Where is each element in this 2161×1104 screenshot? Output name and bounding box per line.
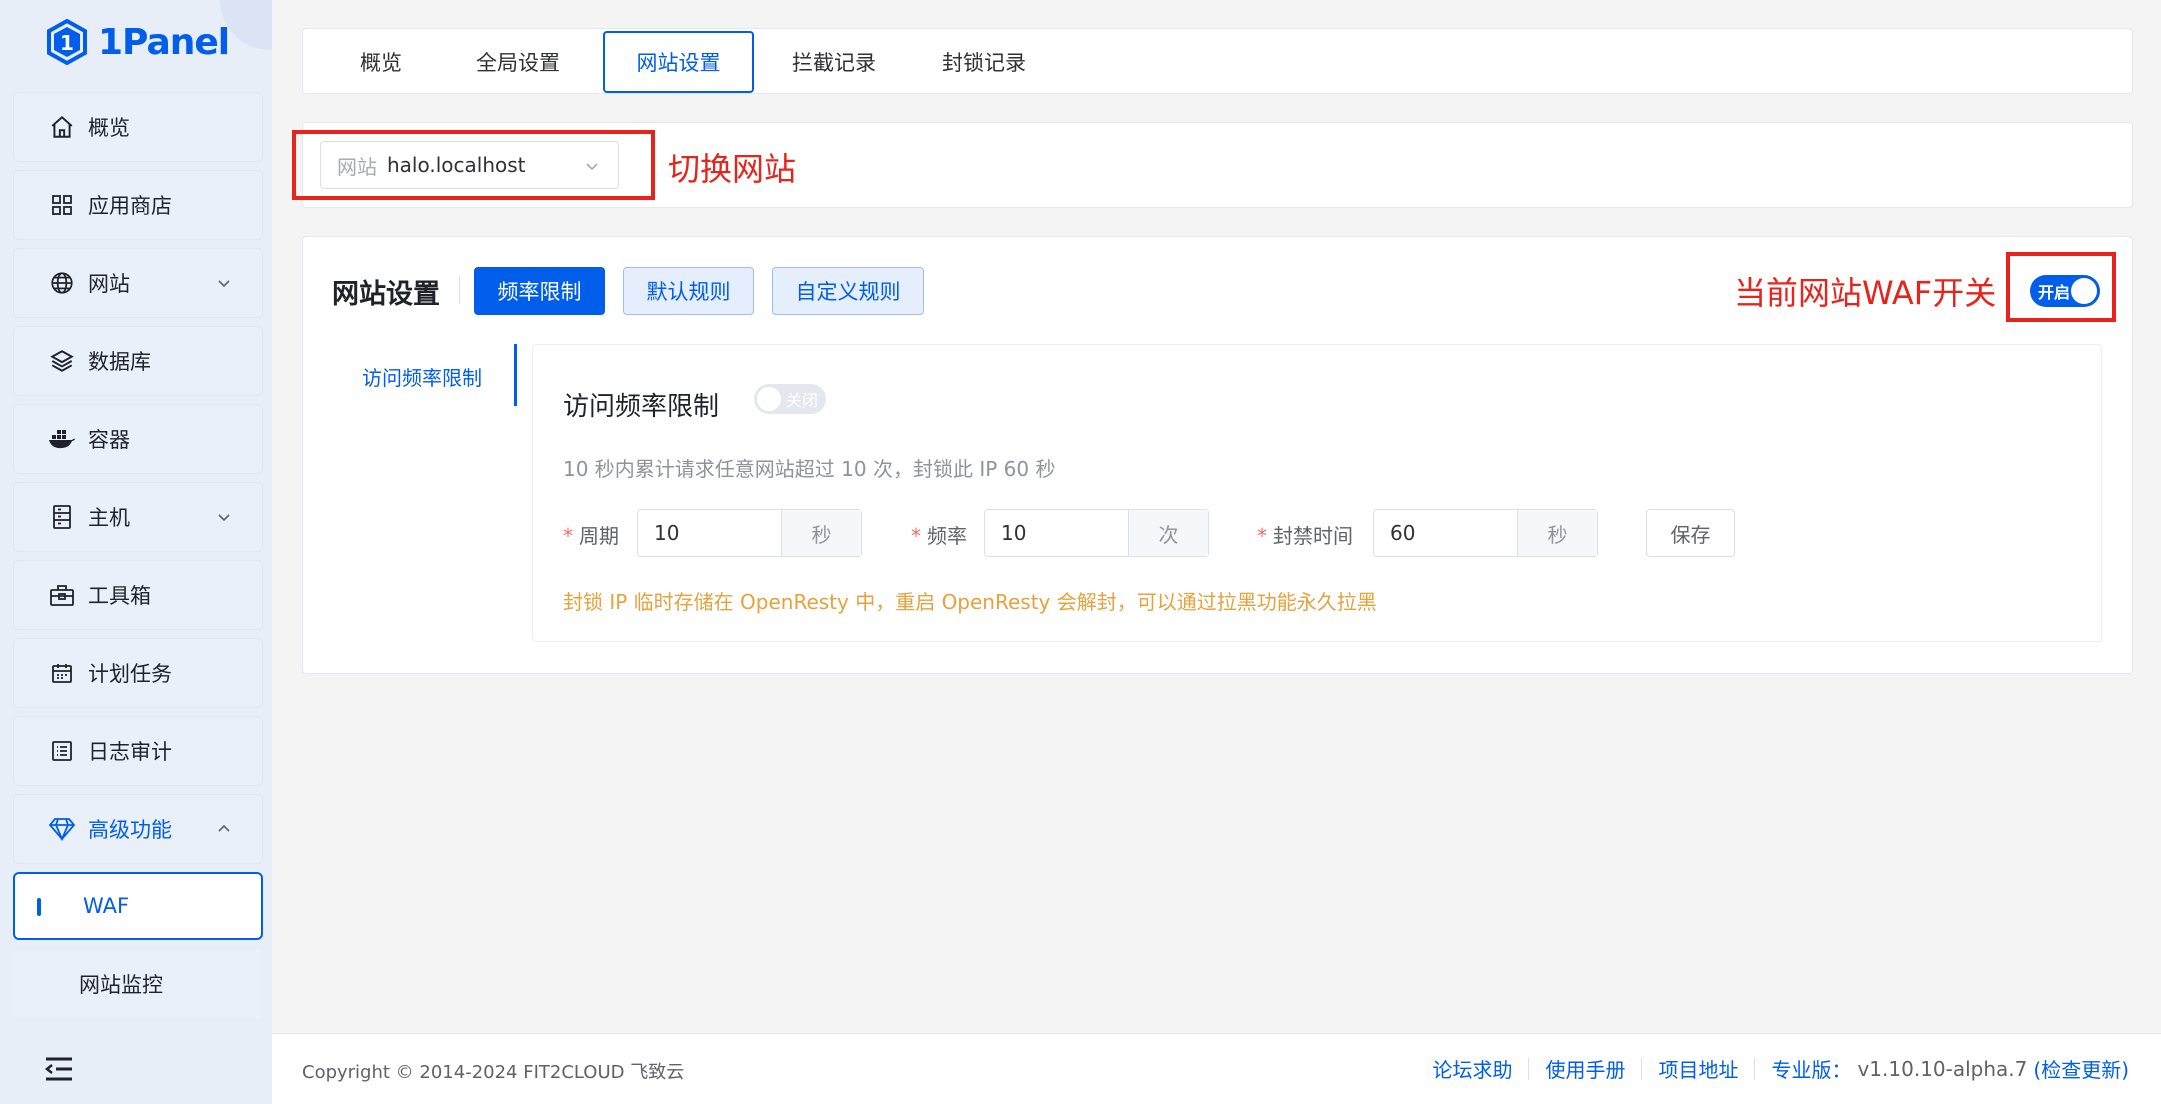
active-indicator (37, 898, 41, 916)
sidebar-item-label: 应用商店 (88, 194, 172, 218)
toolbox-icon (48, 581, 76, 609)
switch-off-text: 关闭 (785, 391, 818, 410)
panel-title: 访问频率限制 (563, 392, 720, 422)
sidebar-subitem-waf[interactable]: WAF (13, 872, 263, 940)
frequency-unit: 次 (1128, 510, 1208, 556)
sidebar-item-database[interactable]: 数据库 (13, 326, 263, 396)
ban-time-input[interactable]: 60 (1374, 510, 1517, 556)
log-icon (48, 737, 76, 765)
sidebar-item-label: 高级功能 (88, 818, 172, 842)
logo-text: 1Panel (98, 21, 230, 63)
copyright: Copyright © 2014-2024 FIT2CLOUD 飞致云 (302, 1062, 685, 1083)
docker-icon (48, 425, 76, 453)
sidebar-item-label: 计划任务 (88, 662, 172, 686)
logo-icon: 1 (47, 19, 87, 65)
sidebar-item-label: 数据库 (88, 350, 151, 374)
frequency-input-group: 10 次 (984, 509, 1209, 557)
sidebar-item-container[interactable]: 容器 (13, 404, 263, 474)
annotation-switch-site: 切换网站 (668, 150, 797, 188)
sidebar-item-app-store[interactable]: 应用商店 (13, 170, 263, 240)
footer-link-project[interactable]: 项目地址 (1642, 1054, 1754, 1083)
globe-icon (48, 269, 76, 297)
calendar-icon (48, 659, 76, 687)
switch-knob (2071, 278, 2097, 304)
switch-on-text: 开启 (2038, 283, 2071, 302)
sidebar-subitem-label: 网站监控 (79, 973, 163, 997)
period-input[interactable]: 10 (638, 510, 781, 556)
title-divider (459, 276, 460, 304)
sidebar-item-scheduled-tasks[interactable]: 计划任务 (13, 638, 263, 708)
sidebar-item-label: 概览 (88, 116, 130, 140)
annotation-box-site (292, 130, 655, 200)
check-update-link[interactable]: (检查更新) (2027, 1054, 2129, 1083)
custom-rules-button[interactable]: 自定义规则 (772, 267, 924, 315)
sidebar-item-label: 网站 (88, 272, 130, 296)
sidebar-item-label: 主机 (88, 506, 130, 530)
collapse-menu-icon[interactable] (44, 1056, 74, 1082)
layers-icon (48, 347, 76, 375)
default-rules-button[interactable]: 默认规则 (623, 267, 754, 315)
chevron-up-icon (218, 824, 230, 832)
site-waf-switch[interactable]: 开启 (2030, 275, 2100, 307)
chevron-down-icon (218, 280, 230, 288)
sidebar-item-advanced[interactable]: 高级功能 (13, 794, 263, 864)
tab-intercept-records[interactable]: 拦截记录 (769, 31, 899, 93)
logo[interactable]: 1 1Panel (46, 18, 230, 66)
sidebar-item-log-audit[interactable]: 日志审计 (13, 716, 263, 786)
annotation-waf-switch: 当前网站WAF开关 (1734, 274, 1997, 312)
diamond-icon (48, 815, 76, 843)
svg-text:1: 1 (60, 31, 74, 55)
rate-limit-button[interactable]: 频率限制 (474, 267, 605, 315)
rate-limit-description: 10 秒内累计请求任意网站超过 10 次，封锁此 IP 60 秒 (563, 457, 1056, 481)
sidebar-item-label: 容器 (88, 428, 130, 452)
rate-limit-warning: 封锁 IP 临时存储在 OpenResty 中，重启 OpenResty 会解封… (563, 590, 1377, 614)
top-tabs: 概览 全局设置 网站设置 拦截记录 封锁记录 (302, 28, 2133, 94)
frequency-label: * 频率 (911, 524, 967, 548)
sidebar-item-overview[interactable]: 概览 (13, 92, 263, 162)
sidebar: 1 1Panel 概览 应用商店 网站 数据库 容器 主机 工具箱 计划任务 日… (0, 0, 272, 1104)
sidebar-item-website[interactable]: 网站 (13, 248, 263, 318)
sidebar-subitem-label: WAF (83, 894, 130, 918)
ban-time-input-group: 60 秒 (1373, 509, 1598, 557)
grid-icon (48, 191, 76, 219)
version-label: 专业版： (1771, 1058, 1852, 1082)
ban-time-label: * 封禁时间 (1257, 524, 1353, 548)
footer-link-manual[interactable]: 使用手册 (1529, 1054, 1641, 1083)
page-title: 网站设置 (332, 279, 440, 310)
switch-knob (757, 387, 781, 411)
period-input-group: 10 秒 (637, 509, 862, 557)
save-button[interactable]: 保存 (1646, 509, 1735, 557)
frequency-input[interactable]: 10 (985, 510, 1128, 556)
tab-site-settings[interactable]: 网站设置 (603, 31, 754, 93)
footer-links: 论坛求助 使用手册 项目地址 专业版： v1.10.10-alpha.7 (检查… (1416, 1054, 2129, 1083)
sidebar-item-toolbox[interactable]: 工具箱 (13, 560, 263, 630)
subnav-active-bar (514, 344, 517, 406)
sidebar-item-label: 日志审计 (88, 740, 172, 764)
rate-limit-switch[interactable]: 关闭 (754, 384, 826, 414)
tab-overview[interactable]: 概览 (331, 31, 431, 93)
version-text: v1.10.10-alpha.7 (1857, 1056, 2028, 1081)
server-icon (48, 503, 76, 531)
chevron-down-icon (218, 514, 230, 522)
home-icon (48, 113, 76, 141)
period-label: * 周期 (563, 524, 619, 548)
ban-time-unit: 秒 (1517, 510, 1597, 556)
footer-link-forum[interactable]: 论坛求助 (1416, 1054, 1528, 1083)
tab-block-records[interactable]: 封锁记录 (919, 31, 1049, 93)
sidebar-item-label: 工具箱 (88, 584, 151, 608)
sidebar-subitem-site-monitor[interactable]: 网站监控 (13, 950, 263, 1018)
sidebar-item-host[interactable]: 主机 (13, 482, 263, 552)
period-unit: 秒 (781, 510, 861, 556)
subnav-rate-limit[interactable]: 访问频率限制 (362, 362, 482, 391)
sidebar-menu: 概览 应用商店 网站 数据库 容器 主机 工具箱 计划任务 日志审计 高级功能 … (13, 92, 263, 1018)
tab-global-settings[interactable]: 全局设置 (453, 31, 583, 93)
